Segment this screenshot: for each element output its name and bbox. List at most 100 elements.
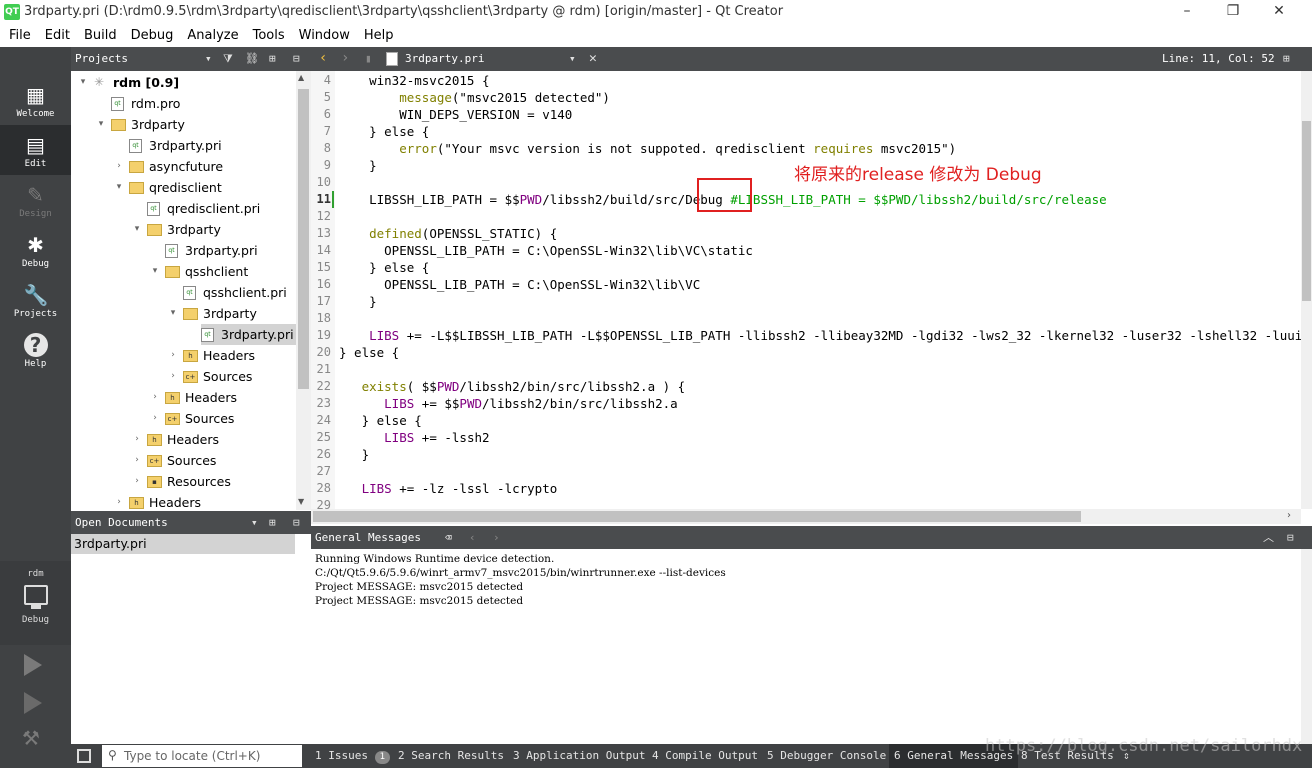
- back-arrow-icon[interactable]: ‹: [319, 47, 327, 70]
- scroll-down-icon[interactable]: ▼: [298, 497, 304, 506]
- code-line[interactable]: message("msvc2015 detected"): [339, 90, 610, 105]
- expanded-arrow-icon[interactable]: ▾: [167, 303, 179, 324]
- tree-item[interactable]: › h Headers: [71, 345, 296, 366]
- expanded-arrow-icon[interactable]: ▾: [77, 72, 89, 93]
- scroll-right-icon[interactable]: ›: [1287, 510, 1291, 521]
- tree-item[interactable]: ▾ qsshclient: [71, 261, 296, 282]
- editor-horizontal-scrollbar[interactable]: ›: [311, 509, 1301, 524]
- collapsed-arrow-icon[interactable]: ›: [131, 450, 143, 471]
- kit-selector[interactable]: rdm Debug: [0, 561, 71, 645]
- open-document-item[interactable]: 3rdparty.pri: [71, 534, 295, 554]
- collapsed-arrow-icon[interactable]: ›: [113, 156, 125, 177]
- mode-debug[interactable]: ✱ Debug: [0, 225, 71, 275]
- tree-scrollbar-thumb[interactable]: [298, 89, 309, 389]
- menu-help[interactable]: Help: [359, 24, 399, 47]
- previous-item-icon[interactable]: ‹: [469, 526, 476, 549]
- expanded-arrow-icon[interactable]: ▾: [95, 114, 107, 135]
- tree-item[interactable]: qt 3rdparty.pri: [71, 240, 296, 261]
- tree-item[interactable]: › c+ Sources: [71, 408, 296, 429]
- menu-debug[interactable]: Debug: [126, 24, 179, 47]
- menu-tools[interactable]: Tools: [248, 24, 290, 47]
- tree-item[interactable]: › asyncfuture: [71, 156, 296, 177]
- debug-run-icon[interactable]: [24, 692, 42, 714]
- code-line[interactable]: OPENSSL_LIB_PATH = C:\OpenSSL-Win32\lib\…: [339, 243, 753, 258]
- code-line[interactable]: } else {: [339, 260, 429, 275]
- code-line[interactable]: LIBS += -lz -lssl -lcrypto: [339, 481, 558, 496]
- maximize-pane-icon[interactable]: ︿: [1263, 526, 1274, 549]
- expanded-arrow-icon[interactable]: ▾: [113, 177, 125, 198]
- tree-item[interactable]: qt qredisclient.pri: [71, 198, 296, 219]
- close-pane-icon[interactable]: ⊟: [1287, 526, 1294, 549]
- code-line[interactable]: } else {: [339, 345, 399, 360]
- scroll-up-icon[interactable]: ▲: [298, 73, 304, 82]
- next-item-icon[interactable]: ›: [493, 526, 500, 549]
- menu-build[interactable]: Build: [79, 24, 122, 47]
- code-line[interactable]: exists( $$PWD/libssh2/bin/src/libssh2.a …: [339, 379, 686, 394]
- clear-output-icon[interactable]: ⌫: [445, 526, 452, 549]
- chevron-down-icon[interactable]: ▾: [251, 511, 258, 534]
- editor-vscroll-thumb[interactable]: [1302, 121, 1311, 301]
- tree-item[interactable]: › h Headers: [71, 387, 296, 408]
- tab-application-output[interactable]: 3 Application Output: [513, 744, 645, 768]
- code-line[interactable]: OPENSSL_LIB_PATH = C:\OpenSSL-Win32\lib\…: [339, 277, 700, 292]
- collapsed-arrow-icon[interactable]: ›: [149, 408, 161, 429]
- tree-scrollbar[interactable]: ▲ ▼: [296, 71, 311, 510]
- collapsed-arrow-icon[interactable]: ›: [167, 345, 179, 366]
- build-hammer-icon[interactable]: ⚒: [22, 727, 44, 749]
- tree-item[interactable]: › c+ Sources: [71, 450, 296, 471]
- code-line[interactable]: LIBS += $$PWD/libssh2/bin/src/libssh2.a: [339, 396, 678, 411]
- tree-item[interactable]: ▾ 3rdparty: [71, 219, 296, 240]
- tree-item[interactable]: ▾ 3rdparty: [71, 114, 296, 135]
- code-line[interactable]: LIBS += -L$$LIBSSH_LIB_PATH -L$$OPENSSL_…: [339, 328, 1301, 343]
- tree-item[interactable]: qt 3rdparty.pri: [201, 324, 296, 345]
- run-icon[interactable]: [24, 654, 42, 676]
- tab-compile-output[interactable]: 4 Compile Output: [652, 744, 758, 768]
- tree-item[interactable]: ▾ 3rdparty: [71, 303, 296, 324]
- mode-help[interactable]: ? Help: [0, 325, 71, 375]
- code-line[interactable]: LIBS += -lssh2: [339, 430, 489, 445]
- link-icon[interactable]: ⛓: [245, 47, 259, 70]
- output-scrollbar[interactable]: [1301, 549, 1312, 744]
- code-editor[interactable]: 4 5 6 7 8 9 10 11 12 13 14 15 16 17 18 19 20 21 22 23 24 25 26…: [311, 71, 1301, 509]
- close-document-icon[interactable]: ✕: [589, 47, 597, 70]
- tab-issues[interactable]: 1 Issues 1: [315, 744, 391, 768]
- code-line[interactable]: }: [339, 447, 370, 462]
- collapsed-arrow-icon[interactable]: ›: [167, 366, 179, 387]
- mode-design[interactable]: ✎ Design: [0, 175, 71, 225]
- code-line[interactable]: }: [339, 158, 377, 173]
- minimize-button[interactable]: –: [1164, 0, 1210, 24]
- code-line[interactable]: error("Your msvc version is not suppoted…: [339, 141, 956, 156]
- chevron-down-icon[interactable]: ▾: [205, 47, 212, 70]
- chevron-down-icon[interactable]: ▾: [569, 47, 576, 70]
- split-icon[interactable]: ⊞: [269, 511, 276, 534]
- mode-edit[interactable]: ▤ Edit: [0, 125, 71, 175]
- tree-item[interactable]: › c+ Sources: [71, 366, 296, 387]
- filter-icon[interactable]: ⧩: [223, 47, 233, 70]
- toggle-sidebar-icon[interactable]: [77, 749, 91, 763]
- menu-file[interactable]: File: [4, 24, 36, 47]
- tree-item[interactable]: qt 3rdparty.pri: [71, 135, 296, 156]
- expanded-arrow-icon[interactable]: ▾: [131, 219, 143, 240]
- tree-item[interactable]: › h Headers: [71, 492, 296, 510]
- collapsed-arrow-icon[interactable]: ›: [131, 429, 143, 450]
- tab-debugger-console[interactable]: 5 Debugger Console: [767, 744, 886, 768]
- split-editor-icon[interactable]: ⊞: [1283, 47, 1290, 70]
- forward-arrow-icon[interactable]: ›: [341, 47, 349, 70]
- editor-hscroll-thumb[interactable]: [313, 511, 1081, 522]
- collapsed-arrow-icon[interactable]: ›: [131, 471, 143, 492]
- editor-file-name[interactable]: 3rdparty.pri: [405, 47, 484, 70]
- editor-vertical-scrollbar[interactable]: [1301, 71, 1312, 509]
- tree-item[interactable]: › ▪ Resources: [71, 471, 296, 492]
- collapsed-arrow-icon[interactable]: ›: [149, 387, 161, 408]
- locator-input[interactable]: Type to locate (Ctrl+K): [102, 745, 302, 767]
- tree-item[interactable]: ▾ ✳ rdm [0.9]: [71, 72, 296, 93]
- maximize-button[interactable]: ❐: [1210, 0, 1256, 24]
- code-line[interactable]: WIN_DEPS_VERSION = v140: [339, 107, 572, 122]
- code-line[interactable]: }: [339, 294, 377, 309]
- close-panel-icon[interactable]: ⊟: [293, 47, 300, 70]
- tree-item[interactable]: qt qsshclient.pri: [71, 282, 296, 303]
- mode-welcome[interactable]: ▦ Welcome: [0, 75, 71, 125]
- code-line[interactable]: defined(OPENSSL_STATIC) {: [339, 226, 557, 241]
- menu-window[interactable]: Window: [294, 24, 355, 47]
- mode-projects[interactable]: 🔧 Projects: [0, 275, 71, 325]
